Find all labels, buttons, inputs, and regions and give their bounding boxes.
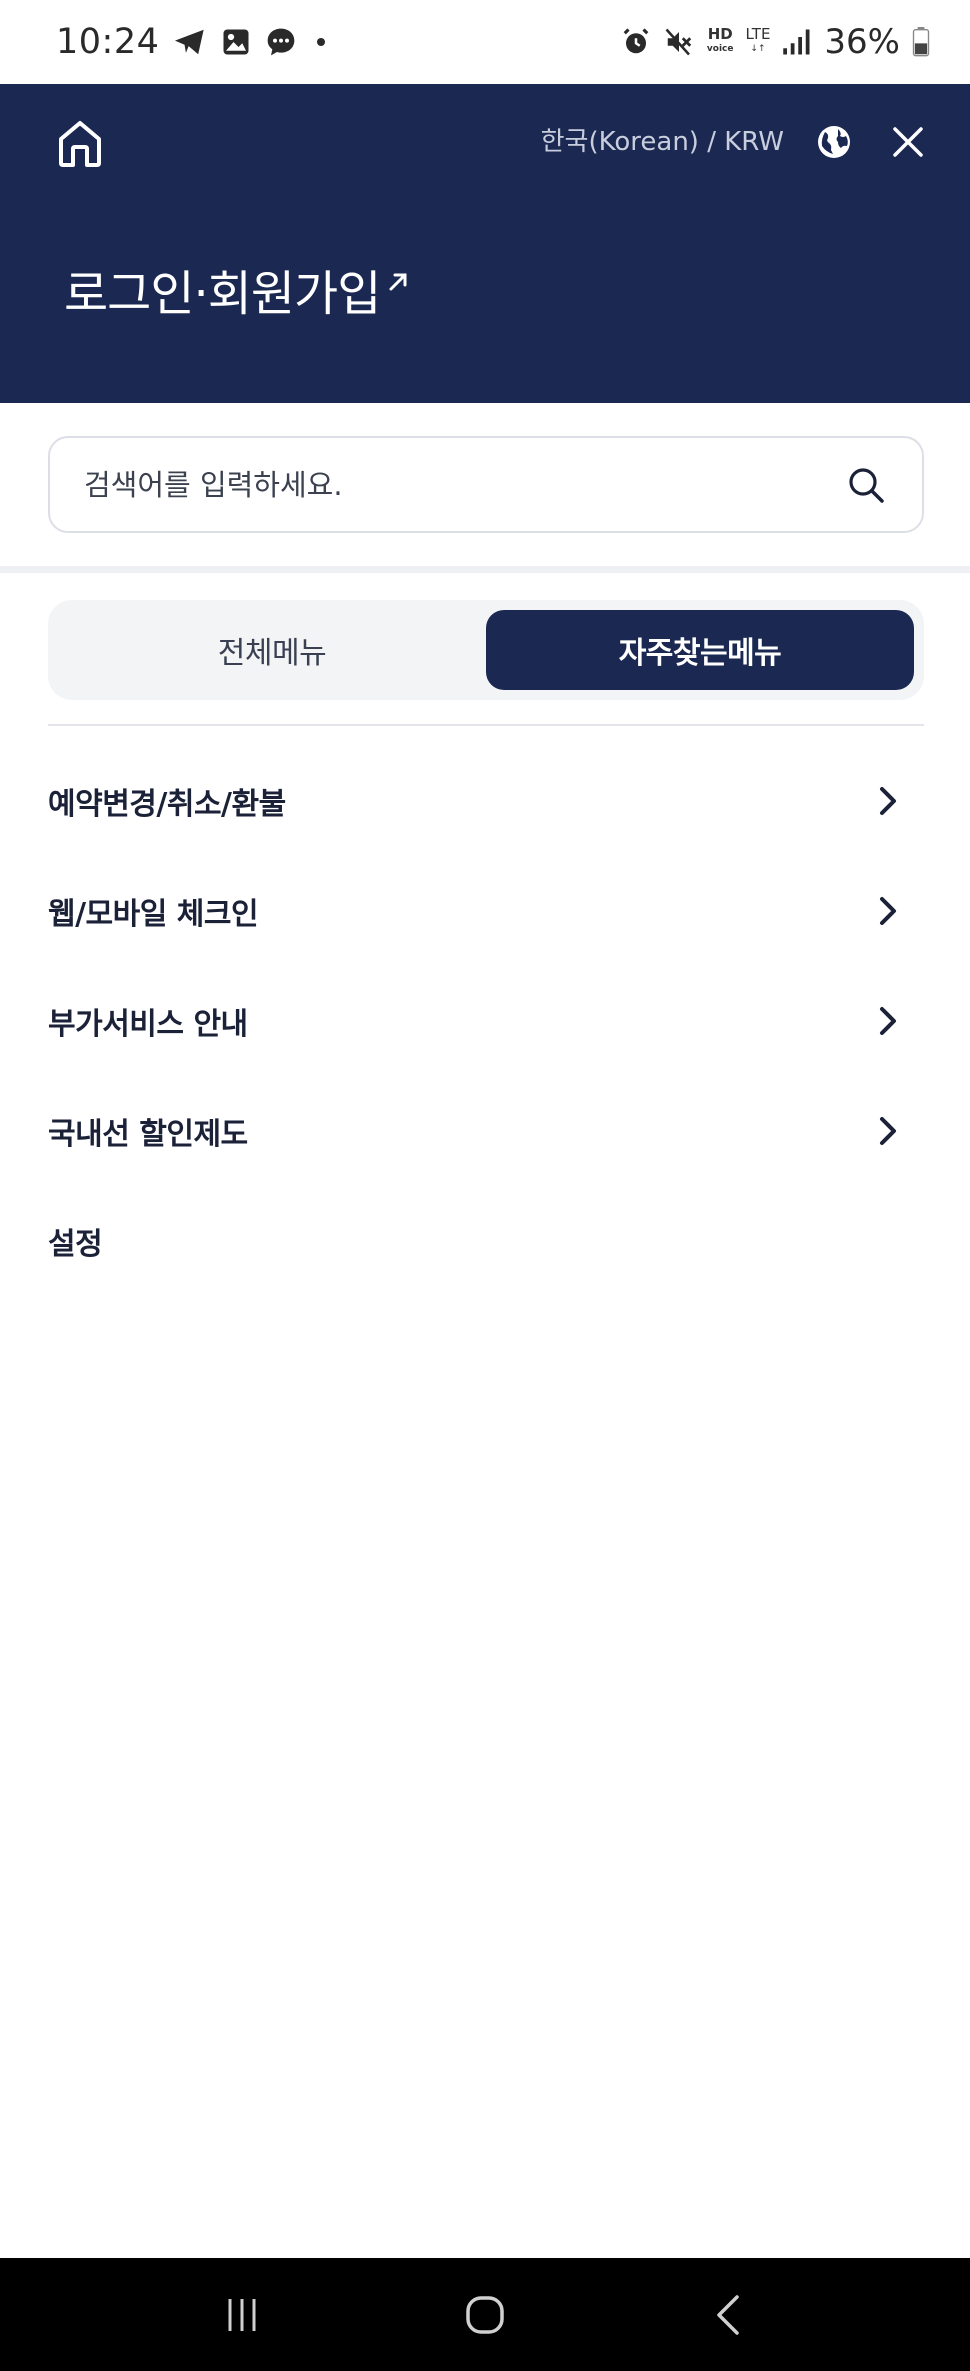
mute-icon xyxy=(663,27,695,57)
lte-icon: LTE ↓↑ xyxy=(745,25,771,55)
status-time: 10:24 xyxy=(56,22,160,62)
chevron-right-icon xyxy=(872,895,904,927)
home-icon xyxy=(59,121,101,167)
language-currency-button[interactable]: 한국(Korean) / KRW xyxy=(541,122,784,162)
telegram-icon xyxy=(173,27,207,57)
section-divider xyxy=(0,566,970,573)
search-input[interactable] xyxy=(84,467,840,502)
battery-icon xyxy=(912,27,930,57)
hd-voice-icon: HD voice xyxy=(706,25,734,55)
home-nav-button[interactable] xyxy=(445,2275,525,2355)
back-icon xyxy=(717,2294,740,2335)
chat-icon xyxy=(265,26,297,58)
battery-percent: 36% xyxy=(824,22,900,62)
menu-item-booking-change[interactable]: 예약변경/취소/환불 xyxy=(48,746,924,856)
menu-item-label: 웹/모바일 체크인 xyxy=(48,897,259,932)
menu-item-extra-services[interactable]: 부가서비스 안내 xyxy=(48,966,924,1076)
search-button[interactable] xyxy=(840,459,892,511)
globe-button[interactable] xyxy=(812,120,856,164)
close-icon xyxy=(893,127,923,157)
status-bar: 10:24 HD voice LTE ↓↑ 36% xyxy=(0,0,970,84)
home-circle-icon xyxy=(466,2295,504,2334)
menu-item-label: 부가서비스 안내 xyxy=(48,1007,248,1042)
menu-item-checkin[interactable]: 웹/모바일 체크인 xyxy=(48,856,924,966)
menu-item-domestic-discount[interactable]: 국내선 할인제도 xyxy=(48,1076,924,1186)
chevron-right-icon xyxy=(872,785,904,817)
status-left: 10:24 xyxy=(56,22,331,62)
recent-apps-icon xyxy=(228,2298,256,2331)
login-signup-label: 로그인·회원가입 xyxy=(64,266,381,322)
signal-icon xyxy=(782,28,812,56)
list-divider xyxy=(48,724,924,726)
menu-item-label: 설정 xyxy=(48,1227,103,1262)
tab-all-menu[interactable]: 전체메뉴 xyxy=(58,610,486,690)
alarm-icon xyxy=(621,27,651,57)
system-nav-bar xyxy=(0,2258,970,2371)
globe-icon xyxy=(818,126,850,158)
back-button[interactable] xyxy=(688,2275,768,2355)
gallery-icon xyxy=(221,27,251,57)
chevron-right-icon xyxy=(872,1005,904,1037)
status-right: HD voice LTE ↓↑ 36% xyxy=(621,22,930,62)
menu-item-settings[interactable]: 설정 xyxy=(48,1186,924,1296)
search-icon xyxy=(849,467,884,503)
dot-icon xyxy=(311,32,331,52)
chevron-right-icon xyxy=(872,1115,904,1147)
home-button[interactable] xyxy=(52,116,108,172)
menu-item-label: 국내선 할인제도 xyxy=(48,1117,248,1152)
menu-tabs: 전체메뉴 자주찾는메뉴 xyxy=(48,600,924,700)
search-box xyxy=(48,436,924,533)
recent-apps-button[interactable] xyxy=(202,2275,282,2355)
close-button[interactable] xyxy=(884,118,932,166)
external-link-icon xyxy=(386,250,410,306)
menu-header: 한국(Korean) / KRW 로그인·회원가입 xyxy=(0,84,970,403)
tab-frequent-menu[interactable]: 자주찾는메뉴 xyxy=(486,610,914,690)
menu-item-label: 예약변경/취소/환불 xyxy=(48,787,286,822)
login-signup-link[interactable]: 로그인·회원가입 xyxy=(64,254,410,324)
menu-list: 예약변경/취소/환불 웹/모바일 체크인 부가서비스 안내 국내선 할인제도 설… xyxy=(48,746,924,1296)
